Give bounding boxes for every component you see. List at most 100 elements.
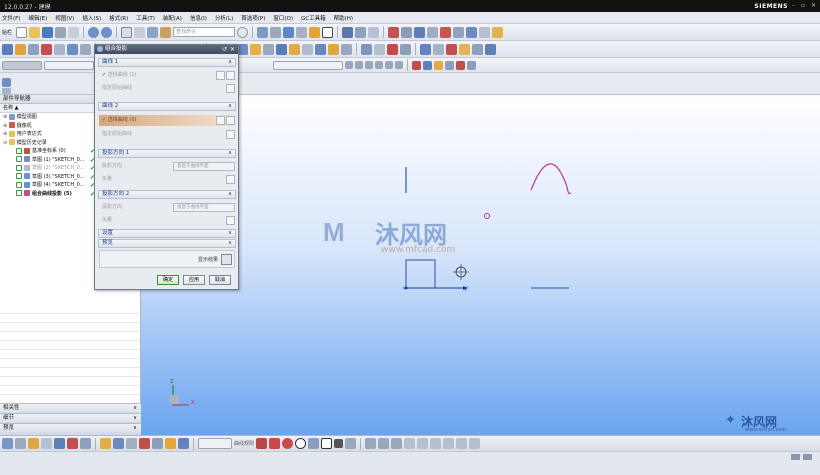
convert-reference-icon[interactable] bbox=[443, 438, 455, 449]
select-icon[interactable] bbox=[160, 26, 172, 38]
panel-dependencies[interactable]: 相关性 ∨ bbox=[0, 403, 141, 412]
fit-view-icon[interactable] bbox=[54, 438, 65, 449]
section-icon[interactable] bbox=[472, 43, 483, 55]
menu-edit[interactable]: 编辑(E) bbox=[28, 14, 47, 22]
cancel-button[interactable]: 取消 bbox=[209, 275, 231, 285]
sketch-fillet-icon[interactable] bbox=[178, 438, 189, 449]
analyze-surface-icon[interactable] bbox=[433, 43, 444, 55]
text-curve-icon[interactable] bbox=[479, 26, 491, 38]
new-file-icon[interactable] bbox=[16, 26, 28, 38]
bridge-curve-icon[interactable] bbox=[453, 26, 465, 38]
arc-tool-icon[interactable] bbox=[282, 438, 294, 449]
color-box-icon[interactable] bbox=[322, 26, 334, 38]
curve-2-select-row[interactable]: ✔ 选择曲线 (0) bbox=[99, 115, 235, 126]
checkbox-icon[interactable] bbox=[16, 181, 22, 188]
menu-tools[interactable]: 工具(T) bbox=[136, 14, 155, 22]
menu-assembly[interactable]: 装配(A) bbox=[163, 14, 182, 22]
dialog-gear-icon[interactable] bbox=[97, 46, 103, 52]
draft-analysis-icon[interactable] bbox=[459, 43, 470, 55]
menu-help[interactable]: 帮助(H) bbox=[334, 14, 353, 22]
thicken-icon[interactable] bbox=[263, 43, 274, 55]
helix-icon[interactable] bbox=[466, 26, 478, 38]
redo-icon[interactable] bbox=[101, 26, 113, 38]
menu-gc-toolbox[interactable]: GC工具箱 bbox=[301, 14, 326, 22]
checkbox-icon[interactable] bbox=[16, 164, 22, 171]
shaded-icon[interactable] bbox=[28, 438, 39, 449]
curve-1-original-row[interactable]: 指定原始曲线 bbox=[99, 83, 235, 94]
studio-surface-icon[interactable] bbox=[341, 43, 352, 55]
through-curves-icon[interactable] bbox=[315, 43, 326, 55]
checkbox-icon[interactable] bbox=[16, 190, 22, 196]
wcs-save-icon[interactable] bbox=[467, 60, 476, 70]
curve-2-original-row[interactable]: 指定原始曲线 bbox=[99, 129, 235, 140]
original-curve-icon[interactable] bbox=[226, 130, 235, 139]
section-direction-2[interactable]: 投影方向 2 ∧ bbox=[98, 190, 236, 199]
checkbox-icon[interactable] bbox=[16, 147, 22, 154]
scope-dropdown[interactable] bbox=[44, 60, 94, 70]
panel-details[interactable]: 细节 ∨ bbox=[0, 413, 141, 422]
arc-icon[interactable] bbox=[401, 26, 413, 38]
deviation-icon[interactable] bbox=[446, 43, 457, 55]
curve-reverse-icon[interactable] bbox=[226, 71, 235, 80]
alt-solution-icon[interactable] bbox=[456, 438, 468, 449]
menu-insert[interactable]: 插入(S) bbox=[82, 14, 101, 22]
direction-1-vector-row[interactable]: 矢量 bbox=[99, 174, 235, 185]
sketch-offset-icon[interactable] bbox=[139, 438, 150, 449]
show-constraints-icon[interactable] bbox=[430, 438, 442, 449]
pocket-icon[interactable] bbox=[54, 43, 65, 55]
reorder-icon[interactable] bbox=[374, 43, 385, 55]
line-icon[interactable] bbox=[388, 26, 400, 38]
snap-quadrant-icon[interactable] bbox=[345, 61, 353, 69]
wcs-orient-icon[interactable] bbox=[423, 60, 432, 70]
curve-reverse-icon[interactable] bbox=[226, 116, 235, 125]
curve-offset-icon[interactable] bbox=[427, 26, 439, 38]
menu-preferences[interactable]: 首选项(P) bbox=[241, 14, 265, 22]
boss-icon[interactable] bbox=[41, 43, 52, 55]
snap-existing-icon[interactable] bbox=[395, 61, 403, 69]
menu-analysis[interactable]: 分析(L) bbox=[215, 14, 233, 22]
curve-1-select-row[interactable]: ✔ 选择曲线 (1) bbox=[99, 70, 235, 81]
snap-tangent-icon[interactable] bbox=[365, 61, 373, 69]
wcs-icon[interactable] bbox=[412, 60, 421, 70]
render-style-icon[interactable] bbox=[270, 26, 282, 38]
checkbox-icon[interactable] bbox=[16, 156, 22, 162]
pan-icon[interactable] bbox=[67, 438, 78, 449]
table-icon[interactable] bbox=[134, 26, 146, 38]
snap-perp-icon[interactable] bbox=[375, 61, 383, 69]
make-corner-icon[interactable] bbox=[391, 438, 403, 449]
menu-file[interactable]: 文件(F) bbox=[2, 14, 20, 22]
panel-preview[interactable]: 预览 ∨ bbox=[0, 423, 141, 432]
measure-icon[interactable] bbox=[492, 26, 504, 38]
sketch-pattern-icon[interactable] bbox=[165, 438, 176, 449]
zebra-icon[interactable] bbox=[485, 43, 496, 55]
direction-1-dropdown[interactable]: 垂直于曲线平面 bbox=[173, 162, 235, 171]
open-folder-icon[interactable] bbox=[29, 26, 41, 38]
curve-rule-dropdown[interactable] bbox=[273, 60, 343, 70]
project-curve-icon[interactable] bbox=[440, 26, 452, 38]
edit-parameters-icon[interactable] bbox=[361, 43, 372, 55]
wireframe-icon[interactable] bbox=[41, 438, 52, 449]
vector-icon[interactable] bbox=[226, 175, 235, 184]
dialog-title-bar[interactable]: 组合投影 ↺ ✕ bbox=[95, 45, 238, 54]
spline-tool-icon[interactable] bbox=[308, 438, 320, 449]
status-icon[interactable] bbox=[803, 454, 812, 460]
column-name-header[interactable]: 名称 ▲ bbox=[3, 104, 18, 112]
section-direction-1[interactable]: 投影方向 1 ∧ bbox=[98, 149, 236, 158]
curve-select-icon[interactable] bbox=[216, 116, 225, 125]
inferred-constraints-icon[interactable] bbox=[469, 438, 481, 449]
wcs-display-icon[interactable] bbox=[445, 60, 454, 70]
status-icon[interactable] bbox=[791, 454, 800, 460]
section-curve-1[interactable]: 曲线 1 ∧ bbox=[98, 58, 236, 67]
constraint-icon[interactable] bbox=[404, 438, 416, 449]
rotate-icon[interactable] bbox=[80, 438, 91, 449]
apply-button[interactable]: 应用 bbox=[183, 275, 205, 285]
search-icon[interactable] bbox=[237, 26, 249, 38]
cut-icon[interactable] bbox=[55, 26, 67, 38]
circle-tool-icon[interactable] bbox=[295, 438, 307, 449]
menu-info[interactable]: 信息(I) bbox=[190, 14, 207, 22]
vector-icon[interactable] bbox=[226, 216, 235, 225]
filter-icon[interactable] bbox=[2, 60, 42, 70]
history-tab-icon[interactable] bbox=[2, 88, 11, 94]
sketch-mirror-icon[interactable] bbox=[152, 438, 163, 449]
toolbar-start-label[interactable]: 始栏 bbox=[2, 29, 12, 36]
